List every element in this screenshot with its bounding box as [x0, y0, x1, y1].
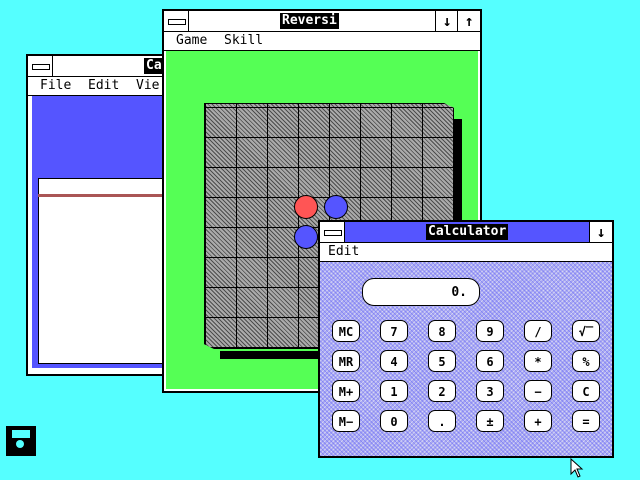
calc-key[interactable]: ±	[476, 410, 504, 432]
calc-key[interactable]: /	[524, 320, 552, 342]
maximize-arrow-icon[interactable]: ↑	[457, 11, 480, 31]
calc-key[interactable]: 0	[380, 410, 408, 432]
blue-disc	[324, 195, 348, 219]
disk-hole	[16, 440, 24, 448]
calc-key[interactable]: M+	[332, 380, 360, 402]
red-disc	[294, 195, 318, 219]
calc-key[interactable]: 1	[380, 380, 408, 402]
calc-key[interactable]: +	[524, 410, 552, 432]
disk-label	[12, 430, 30, 438]
mouse-pointer-icon	[570, 458, 584, 478]
menu-bar: Game Skill	[164, 32, 480, 51]
menu-bar: File Edit Vie	[28, 77, 164, 96]
calculator-display: 0.	[362, 278, 480, 306]
calc-key[interactable]: 8	[428, 320, 456, 342]
menu-view[interactable]: Vie	[136, 79, 159, 93]
menu-game[interactable]: Game	[176, 34, 207, 48]
menu-edit[interactable]: Edit	[328, 245, 359, 259]
calc-key[interactable]: 9	[476, 320, 504, 342]
calc-key[interactable]: .	[428, 410, 456, 432]
calc-key[interactable]: MR	[332, 350, 360, 372]
calc-key[interactable]: C	[572, 380, 600, 402]
paper-line	[38, 194, 164, 197]
menu-bar: Edit	[320, 243, 612, 262]
menu-edit[interactable]: Edit	[88, 79, 119, 93]
calc-key[interactable]: =	[572, 410, 600, 432]
system-menu-icon[interactable]	[164, 11, 189, 31]
menu-file[interactable]: File	[40, 79, 71, 93]
calc-key[interactable]: 3	[476, 380, 504, 402]
window-title: Ca	[144, 58, 164, 74]
calc-key[interactable]: MC	[332, 320, 360, 342]
calc-key[interactable]: %	[572, 350, 600, 372]
calc-key[interactable]: √‾	[572, 320, 600, 342]
paper-area	[38, 178, 166, 364]
calc-key[interactable]: 2	[428, 380, 456, 402]
calc-key[interactable]: 7	[380, 320, 408, 342]
calc-key[interactable]: 6	[476, 350, 504, 372]
calc-key[interactable]: 5	[428, 350, 456, 372]
window-title: Reversi	[280, 13, 339, 29]
calc-key[interactable]: −	[524, 380, 552, 402]
minimize-arrow-icon[interactable]: ↓	[589, 222, 612, 242]
calc-key[interactable]: M−	[332, 410, 360, 432]
system-menu-icon[interactable]	[320, 222, 345, 242]
calculator-body: 0. MC 7 8 9 / √‾ MR 4 5 6 *% M+ 1 2 3− C M− 0. ± + =	[320, 262, 612, 456]
title-bar[interactable]: Reversi ↓ ↑	[164, 11, 480, 32]
title-bar[interactable]: Ca	[28, 56, 164, 77]
calculator-window[interactable]: Calculator ↓ Edit 0. MC 7 8 9 / √‾ MR 4 5 6 *% M+ 1 2…	[318, 220, 614, 458]
blue-disc	[294, 225, 318, 249]
floppy-disk-icon[interactable]	[6, 426, 36, 456]
calc-key[interactable]: 4	[380, 350, 408, 372]
minimize-arrow-icon[interactable]: ↓	[435, 11, 458, 31]
window-title: Calculator	[426, 224, 509, 240]
calc-key[interactable]: *	[524, 350, 552, 372]
title-bar[interactable]: Calculator ↓	[320, 222, 612, 243]
calculator-window-background[interactable]: Ca File Edit Vie	[26, 54, 166, 376]
menu-skill[interactable]: Skill	[224, 34, 263, 48]
system-menu-icon[interactable]	[28, 56, 53, 76]
